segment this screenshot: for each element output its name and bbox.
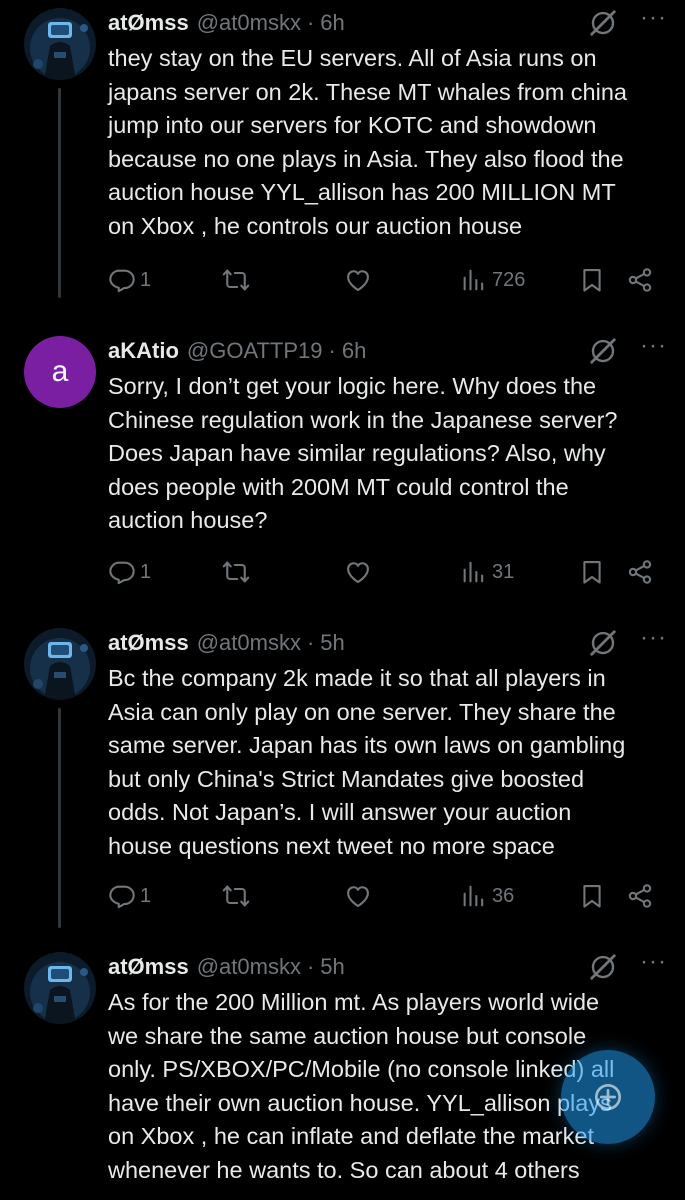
views-button[interactable]: 36 bbox=[460, 882, 514, 910]
user-handle[interactable]: @at0mskx bbox=[197, 954, 301, 980]
reply-button[interactable]: 1 bbox=[108, 266, 151, 294]
tweet[interactable]: a aKAtio @GOATTP19 · 6h ··· Sorry, I don… bbox=[0, 328, 685, 618]
separator: · bbox=[306, 10, 315, 35]
bookmark-icon bbox=[578, 882, 606, 910]
reply-count: 1 bbox=[140, 560, 152, 583]
user-handle[interactable]: @GOATTP19 bbox=[187, 338, 323, 364]
bookmark-button[interactable] bbox=[578, 882, 606, 910]
grok-slash-icon[interactable] bbox=[588, 8, 618, 38]
tweet[interactable]: atØmss @at0mskx · 6h ··· they stay on th… bbox=[0, 0, 685, 310]
repost-arrows-icon bbox=[222, 266, 250, 294]
separator: · bbox=[306, 630, 315, 655]
compose-fab-icon bbox=[595, 1084, 621, 1110]
bookmark-icon bbox=[578, 266, 606, 294]
share-icon bbox=[626, 266, 654, 294]
views-button[interactable]: 31 bbox=[460, 558, 514, 586]
repost-arrows-icon bbox=[222, 882, 250, 910]
share-icon bbox=[626, 882, 654, 910]
user-handle[interactable]: @at0mskx bbox=[197, 10, 301, 36]
bookmark-button[interactable] bbox=[578, 558, 606, 586]
display-name[interactable]: atØmss bbox=[108, 630, 189, 656]
action-bar: 1 31 bbox=[108, 554, 667, 590]
heart-icon bbox=[344, 266, 372, 294]
share-button[interactable] bbox=[626, 266, 654, 294]
heart-icon bbox=[344, 882, 372, 910]
reply-button[interactable]: 1 bbox=[108, 882, 151, 910]
tweet-header: atØmss @at0mskx · 5h ··· bbox=[108, 950, 667, 984]
reply-bubble-icon bbox=[108, 558, 136, 586]
repost-arrows-icon bbox=[222, 558, 250, 586]
tweet-text: Bc the company 2k made it so that all pl… bbox=[108, 665, 626, 859]
avatar[interactable] bbox=[24, 8, 96, 80]
user-handle[interactable]: @at0mskx bbox=[197, 630, 301, 656]
views-bar-chart-icon bbox=[460, 558, 488, 586]
grok-slash-icon[interactable] bbox=[588, 336, 618, 366]
like-button[interactable] bbox=[344, 266, 372, 294]
tweet-header: atØmss @at0mskx · 6h ··· bbox=[108, 6, 667, 40]
profile-avatar-icon bbox=[24, 952, 96, 1024]
view-count: 726 bbox=[492, 268, 526, 291]
bookmark-icon bbox=[578, 558, 606, 586]
avatar[interactable] bbox=[24, 628, 96, 700]
separator: · bbox=[328, 338, 336, 363]
more-options-button[interactable]: ··· bbox=[640, 334, 667, 358]
views-bar-chart-icon bbox=[460, 266, 488, 294]
compose-fab[interactable] bbox=[561, 1050, 655, 1144]
reply-button[interactable]: 1 bbox=[108, 558, 151, 586]
views-button[interactable]: 726 bbox=[460, 266, 525, 294]
heart-icon bbox=[344, 558, 372, 586]
display-name[interactable]: aKAtio bbox=[108, 338, 179, 364]
timestamp[interactable]: 5h bbox=[320, 630, 344, 656]
view-count: 31 bbox=[492, 560, 515, 583]
action-bar: 1 36 bbox=[108, 878, 667, 914]
display-name[interactable]: atØmss bbox=[108, 10, 189, 36]
share-button[interactable] bbox=[626, 882, 654, 910]
grok-slash-icon[interactable] bbox=[588, 628, 618, 658]
views-bar-chart-icon bbox=[460, 882, 488, 910]
avatar[interactable]: a bbox=[24, 336, 96, 408]
reply-count: 1 bbox=[140, 268, 152, 291]
action-bar: 1 726 bbox=[108, 262, 667, 298]
grok-slash-icon[interactable] bbox=[588, 952, 618, 982]
timestamp[interactable]: 6h bbox=[342, 338, 366, 364]
tweet[interactable]: atØmss @at0mskx · 5h ··· Bc the company … bbox=[0, 620, 685, 930]
tweet-text: Sorry, I don’t get your logic here. Why … bbox=[108, 373, 618, 533]
more-options-button[interactable]: ··· bbox=[640, 950, 667, 974]
tweet-text: they stay on the EU servers. All of Asia… bbox=[108, 45, 627, 239]
like-button[interactable] bbox=[344, 558, 372, 586]
avatar-letter: a bbox=[51, 355, 69, 388]
tweet-header: atØmss @at0mskx · 5h ··· bbox=[108, 626, 667, 660]
more-options-button[interactable]: ··· bbox=[640, 626, 667, 650]
repost-button[interactable] bbox=[222, 266, 250, 294]
more-options-button[interactable]: ··· bbox=[640, 6, 667, 30]
repost-button[interactable] bbox=[222, 882, 250, 910]
like-button[interactable] bbox=[344, 882, 372, 910]
share-icon bbox=[626, 558, 654, 586]
reply-bubble-icon bbox=[108, 882, 136, 910]
avatar[interactable] bbox=[24, 952, 96, 1024]
timestamp[interactable]: 5h bbox=[320, 954, 344, 980]
reply-bubble-icon bbox=[108, 266, 136, 294]
profile-avatar-icon bbox=[24, 628, 96, 700]
profile-avatar-icon bbox=[24, 8, 96, 80]
share-button[interactable] bbox=[626, 558, 654, 586]
tweet-header: aKAtio @GOATTP19 · 6h ··· bbox=[108, 334, 667, 368]
reply-count: 1 bbox=[140, 884, 152, 907]
separator: · bbox=[306, 954, 315, 979]
view-count: 36 bbox=[492, 884, 515, 907]
repost-button[interactable] bbox=[222, 558, 250, 586]
display-name[interactable]: atØmss bbox=[108, 954, 189, 980]
bookmark-button[interactable] bbox=[578, 266, 606, 294]
timestamp[interactable]: 6h bbox=[320, 10, 344, 36]
